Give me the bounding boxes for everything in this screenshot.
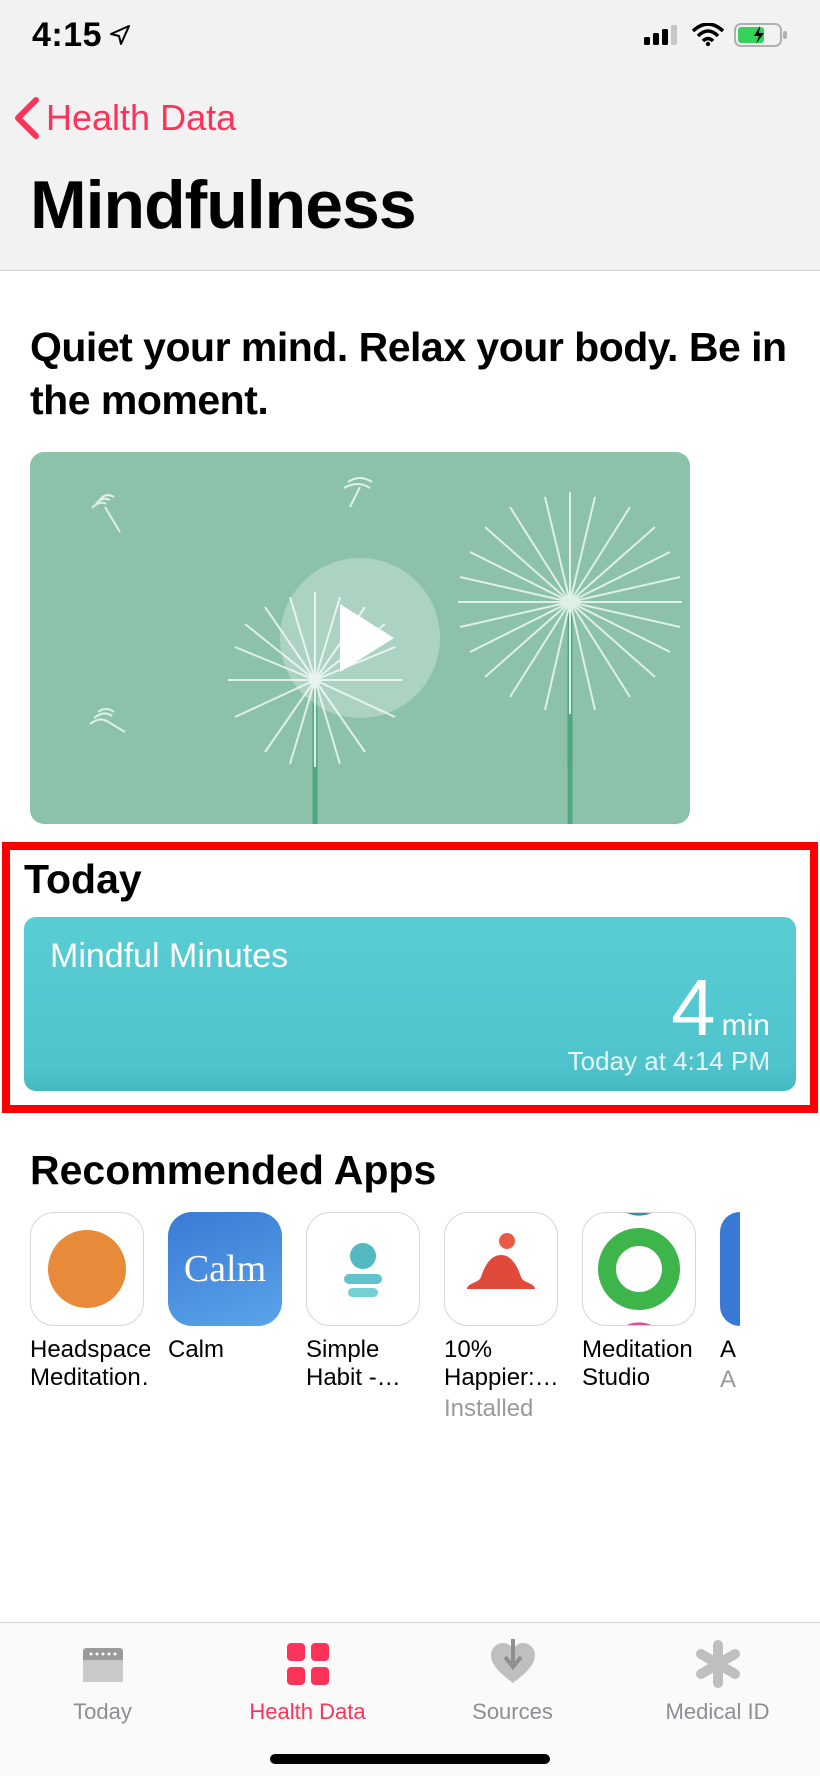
recommended-apps-section: Recommended Apps Headspace: Meditation… … bbox=[30, 1147, 790, 1424]
tab-label: Medical ID bbox=[666, 1699, 770, 1725]
page-title: Mindfulness bbox=[12, 140, 800, 270]
back-label: Health Data bbox=[46, 97, 236, 139]
mindful-minutes-number: 4 bbox=[671, 980, 716, 1036]
cellular-signal-icon bbox=[644, 23, 682, 47]
tab-today[interactable]: Today bbox=[13, 1637, 193, 1725]
chevron-left-icon bbox=[12, 96, 42, 140]
app-name: A bbox=[720, 1336, 740, 1365]
app-installed-label: Installed bbox=[444, 1395, 564, 1423]
home-indicator[interactable] bbox=[270, 1754, 550, 1764]
mindful-minutes-value: 4 min bbox=[671, 980, 770, 1043]
app-name: Calm bbox=[168, 1336, 288, 1365]
peek-app-icon bbox=[720, 1212, 740, 1326]
recommended-apps-heading: Recommended Apps bbox=[30, 1147, 790, 1194]
status-right bbox=[644, 22, 788, 48]
mindful-minutes-unit: min bbox=[722, 1009, 770, 1043]
play-button[interactable] bbox=[280, 558, 440, 718]
today-section-highlight: Today Mindful Minutes 4 min Today at 4:1… bbox=[2, 842, 818, 1113]
tab-medical-id[interactable]: Medical ID bbox=[628, 1637, 808, 1725]
play-icon bbox=[340, 604, 394, 672]
wifi-icon bbox=[692, 23, 724, 47]
calm-icon: Calm bbox=[168, 1212, 282, 1326]
meditation-studio-icon bbox=[582, 1212, 696, 1326]
content-area: Quiet your mind. Relax your body. Be in … bbox=[0, 271, 820, 1622]
app-name: Simple Habit - Me… bbox=[306, 1336, 426, 1394]
mindful-minutes-card[interactable]: Mindful Minutes 4 min Today at 4:14 PM bbox=[24, 917, 796, 1091]
status-time-text: 4:15 bbox=[32, 16, 102, 55]
simple-habit-icon bbox=[306, 1212, 420, 1326]
intro-video[interactable] bbox=[30, 452, 690, 824]
app-name: Headspace: Meditation… bbox=[30, 1336, 150, 1394]
app-simple-habit[interactable]: Simple Habit - Me… bbox=[306, 1212, 426, 1424]
ten-percent-icon bbox=[444, 1212, 558, 1326]
location-arrow-icon bbox=[108, 23, 132, 47]
tab-bar: Today Health Data Sources Medical ID bbox=[0, 1622, 820, 1776]
nav-header: Health Data Mindfulness bbox=[0, 70, 820, 270]
grid-icon bbox=[281, 1637, 335, 1691]
mindful-minutes-timestamp: Today at 4:14 PM bbox=[568, 1046, 770, 1077]
headspace-icon bbox=[30, 1212, 144, 1326]
app-sub: A bbox=[720, 1366, 740, 1394]
battery-charging-icon bbox=[734, 22, 788, 48]
tab-sources[interactable]: Sources bbox=[423, 1637, 603, 1725]
app-10-percent-happier[interactable]: 10% Happier:… Installed bbox=[444, 1212, 564, 1424]
tab-label: Health Data bbox=[249, 1699, 365, 1725]
tab-label: Sources bbox=[472, 1699, 553, 1725]
tagline-text: Quiet your mind. Relax your body. Be in … bbox=[30, 321, 790, 428]
calendar-icon bbox=[76, 1637, 130, 1691]
app-name: 10% Happier:… bbox=[444, 1336, 564, 1394]
status-bar: 4:15 bbox=[0, 0, 820, 70]
app-headspace[interactable]: Headspace: Meditation… bbox=[30, 1212, 150, 1424]
heart-download-icon bbox=[486, 1637, 540, 1691]
asterisk-icon bbox=[691, 1637, 745, 1691]
app-meditation-studio[interactable]: Meditation Studio bbox=[582, 1212, 702, 1424]
app-name: Meditation Studio bbox=[582, 1336, 702, 1394]
mindful-minutes-title: Mindful Minutes bbox=[50, 937, 770, 976]
back-button[interactable]: Health Data bbox=[12, 96, 800, 140]
recommended-apps-list[interactable]: Headspace: Meditation… Calm Calm Simple … bbox=[30, 1212, 790, 1424]
tab-health-data[interactable]: Health Data bbox=[218, 1637, 398, 1725]
app-calm[interactable]: Calm Calm bbox=[168, 1212, 288, 1424]
tab-label: Today bbox=[73, 1699, 132, 1725]
today-heading: Today bbox=[24, 856, 796, 917]
app-peek-next[interactable]: A A bbox=[720, 1212, 740, 1424]
status-time: 4:15 bbox=[32, 16, 132, 55]
